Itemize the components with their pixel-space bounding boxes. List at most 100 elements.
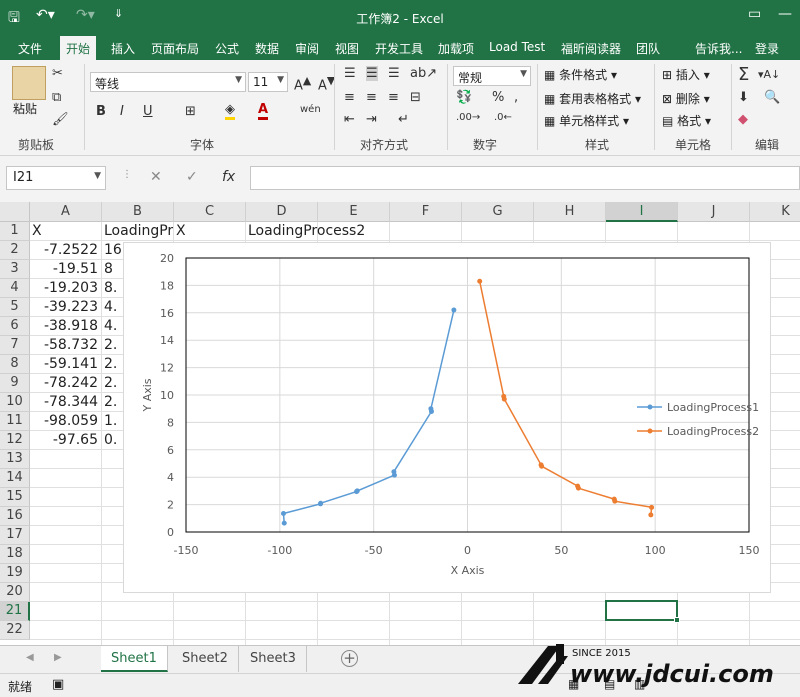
cell-B8[interactable]: 2. [104, 355, 124, 374]
cell-A11[interactable]: -98.059 [32, 412, 101, 431]
decrease-font-icon[interactable]: A▼ [318, 74, 335, 93]
cell-A5[interactable]: -39.223 [32, 298, 101, 317]
cut-icon[interactable]: ✂ [52, 66, 63, 81]
sort-filter-icon[interactable]: ▾A↓ [758, 68, 780, 81]
sheet-tab-3[interactable]: Sheet3 [240, 646, 307, 672]
increase-decimal-icon[interactable]: .00→ [456, 112, 480, 123]
cell-A4[interactable]: -19.203 [32, 279, 101, 298]
italic-icon[interactable]: I [120, 104, 124, 119]
row-header[interactable]: 3 [0, 260, 30, 279]
row-header[interactable]: 19 [0, 564, 30, 583]
cell-B5[interactable]: 4. [104, 298, 124, 317]
add-sheet-icon[interactable]: + [341, 650, 358, 667]
tab-6[interactable]: 审阅 [295, 40, 319, 57]
column-header[interactable]: D [246, 202, 318, 222]
cell-A3[interactable]: -19.51 [32, 260, 101, 279]
paste-button[interactable]: 粘贴 [13, 100, 37, 117]
column-header[interactable]: A [30, 202, 102, 222]
column-header[interactable]: K [750, 202, 800, 222]
enter-icon[interactable]: ✓ [186, 169, 198, 185]
paste-icon[interactable] [12, 66, 46, 100]
minimize-icon[interactable]: — [778, 6, 792, 22]
row-header[interactable]: 9 [0, 374, 30, 393]
sheet-tab-1[interactable]: Sheet1 [101, 646, 168, 672]
tab-12[interactable]: 团队 [636, 40, 660, 57]
percent-icon[interactable]: % [492, 90, 504, 105]
cell-B4[interactable]: 8. [104, 279, 124, 298]
column-header[interactable]: H [534, 202, 606, 222]
cell-A9[interactable]: -78.242 [32, 374, 101, 393]
cell-B3[interactable]: 8 [104, 260, 124, 279]
tab-1[interactable]: 开始 [60, 36, 97, 60]
comma-style-icon[interactable]: , [514, 90, 518, 105]
column-header[interactable]: J [678, 202, 750, 222]
tab-11[interactable]: 福昕阅读器 [561, 40, 621, 57]
cell-B10[interactable]: 2. [104, 393, 124, 412]
worksheet-grid[interactable]: A B C D E F G H I J K 1 2 3 4 5 6 7 8 9 10 11 12 13 14 15 16 17 18 19… [0, 202, 800, 645]
row-header[interactable]: 17 [0, 526, 30, 545]
cell-B7[interactable]: 2. [104, 336, 124, 355]
cancel-icon[interactable]: ✕ [150, 169, 162, 185]
column-header[interactable]: E [318, 202, 390, 222]
formula-input[interactable] [250, 166, 800, 190]
align-bottom-icon[interactable]: ☰ [388, 66, 400, 81]
ribbon-display-icon[interactable]: ▭ [748, 6, 761, 22]
font-size-select[interactable]: 11 ▼ [248, 72, 288, 92]
column-header[interactable]: F [390, 202, 462, 222]
row-header[interactable]: 10 [0, 393, 30, 412]
row-header[interactable]: 20 [0, 583, 30, 602]
cell-A12[interactable]: -97.65 [32, 431, 101, 450]
align-center-icon[interactable]: ≡ [366, 90, 377, 105]
cell-B1[interactable]: LoadingPro [104, 222, 173, 241]
row-header[interactable]: 1 [0, 222, 30, 241]
tab-8[interactable]: 开发工具 [375, 40, 423, 57]
decrease-decimal-icon[interactable]: .0← [494, 112, 512, 123]
fill-handle[interactable] [674, 617, 680, 623]
tab-13[interactable]: 告诉我... [695, 40, 742, 57]
row-header[interactable]: 8 [0, 355, 30, 374]
cell-B9[interactable]: 2. [104, 374, 124, 393]
insert-function-button[interactable]: fx [222, 169, 235, 185]
autosum-icon[interactable]: Σ [738, 64, 749, 85]
tab-5[interactable]: 数据 [255, 40, 279, 57]
decrease-indent-icon[interactable]: ⇤ [344, 112, 355, 127]
format-painter-icon[interactable]: 🖌 [52, 112, 69, 127]
tab-4[interactable]: 公式 [215, 40, 239, 57]
orientation-icon[interactable]: ab↗ [410, 66, 437, 81]
tab-0[interactable]: 文件 [18, 40, 42, 57]
cell-B6[interactable]: 4. [104, 317, 124, 336]
cell-B12[interactable]: 0. [104, 431, 124, 450]
scatter-chart[interactable]: 0 2 4 6 8 10 12 14 16 18 20 -150 -100 -50 0 50 100 150 Loa… [123, 242, 771, 593]
find-icon[interactable]: 🔍 [764, 90, 780, 105]
tab-9[interactable]: 加载项 [438, 40, 474, 57]
increase-indent-icon[interactable]: ⇥ [366, 112, 377, 127]
row-header[interactable]: 21 [0, 602, 30, 621]
name-box[interactable]: I21 ▼ [6, 166, 106, 190]
row-header[interactable]: 13 [0, 450, 30, 469]
row-header[interactable]: 12 [0, 431, 30, 450]
number-format-select[interactable]: 常规 ▼ [453, 66, 531, 86]
fill-color-icon[interactable]: ◈ [225, 102, 235, 120]
bold-icon[interactable]: B [96, 104, 106, 119]
macro-record-icon[interactable]: ▣ [52, 677, 64, 692]
align-top-icon[interactable]: ☰ [344, 66, 356, 81]
cell-B2[interactable]: 16 [104, 241, 124, 260]
row-header[interactable]: 15 [0, 488, 30, 507]
borders-icon[interactable]: ⊞ [185, 104, 196, 119]
column-header[interactable]: G [462, 202, 534, 222]
align-middle-icon[interactable]: ☰ [366, 66, 378, 81]
row-header[interactable]: 5 [0, 298, 30, 317]
cell-B11[interactable]: 1. [104, 412, 124, 431]
cell-A10[interactable]: -78.344 [32, 393, 101, 412]
row-header[interactable]: 4 [0, 279, 30, 298]
scroll-left-icon[interactable]: ◀ [26, 652, 34, 663]
conditional-format-button[interactable]: ▦ 条件格式 ▾ [544, 66, 617, 83]
scroll-right-icon[interactable]: ▶ [54, 652, 62, 663]
fill-icon[interactable]: ⬇ [738, 90, 749, 105]
merge-center-icon[interactable]: ⊟ [410, 90, 421, 105]
cell-A8[interactable]: -59.141 [32, 355, 101, 374]
row-header[interactable]: 22 [0, 621, 30, 640]
formula-bar-grip-icon[interactable]: ⋮ [122, 169, 132, 180]
cell-A2[interactable]: -7.2522 [32, 241, 101, 260]
clear-icon[interactable]: ◆ [738, 112, 748, 127]
